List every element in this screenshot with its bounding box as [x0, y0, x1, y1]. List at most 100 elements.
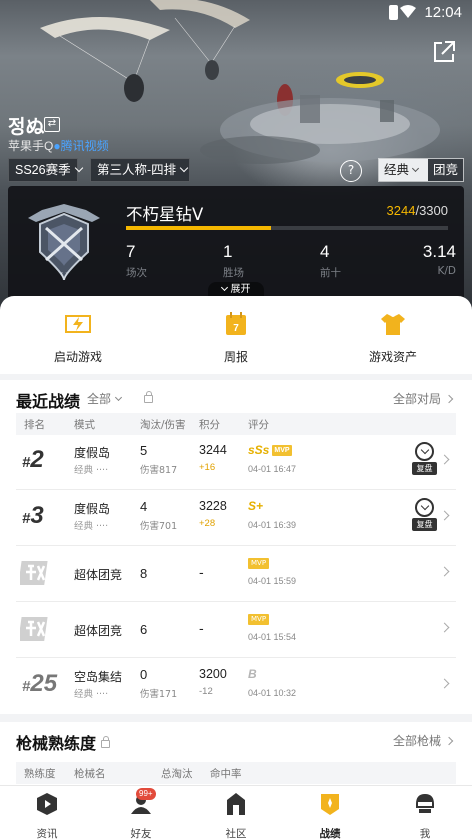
mvp-badge: MVP — [248, 614, 270, 625]
match-kills: 4 — [140, 499, 148, 514]
help-icon[interactable]: ? — [340, 160, 362, 182]
match-time: 04-01 15:54 — [248, 632, 297, 642]
chevron-down-icon — [411, 164, 420, 173]
recent-matches-section: 最近战绩 全部 全部对局 排名 模式 淘汰/伤害 积分 评分 #2 度假岛 经典… — [0, 380, 472, 714]
match-mode: 超体团竞 — [74, 568, 123, 582]
match-row[interactable]: #2 度假岛 经典 ···· 5 伤害817 3244 +16 sSs MVP 0… — [16, 434, 456, 490]
news-play-icon — [37, 793, 57, 815]
match-rank: #25 — [22, 670, 57, 698]
match-damage: 伤害701 — [140, 521, 178, 532]
platform-label: 苹果手Q — [8, 139, 54, 153]
rank-progress-bar — [126, 226, 448, 230]
stat-label: 胜场 — [223, 267, 244, 279]
matches-table-header: 排名 模式 淘汰/伤害 积分 评分 — [16, 413, 456, 435]
all-weapons-link[interactable]: 全部枪械 — [392, 732, 454, 749]
match-score: - — [199, 566, 204, 581]
replay-icon — [415, 498, 434, 517]
column-header: 积分 — [199, 419, 220, 431]
community-icon — [227, 793, 245, 815]
nav-label: 好友 — [130, 828, 152, 839]
rank-progress-fill — [126, 226, 271, 230]
points-total: /3300 — [415, 203, 448, 218]
match-mode-sub: 经典 ···· — [74, 689, 109, 700]
game-assets-button[interactable]: 游戏资产 — [343, 310, 443, 365]
nav-label: 战绩 — [319, 828, 341, 839]
battery-icon — [389, 5, 398, 20]
section-title: 枪械熟练度 — [16, 734, 97, 753]
match-mode-sub: 经典 ···· — [74, 465, 109, 476]
player-tag-dot: ● — [53, 139, 61, 153]
mode-label: 第三人称-四排 — [97, 163, 177, 177]
match-row[interactable]: #3 度假岛 经典 ···· 4 伤害701 3228 +28 S+ 04-01… — [16, 490, 456, 546]
season-select[interactable]: SS26赛季 — [8, 158, 83, 182]
column-header: 枪械名 — [74, 768, 106, 780]
weapons-table-header: 熟练度 枪械名 总淘汰 命中率 — [16, 762, 456, 784]
matches-filter-label: 全部 — [87, 392, 112, 406]
weekly-report-button[interactable]: 7 周报 — [186, 310, 286, 365]
all-matches-link[interactable]: 全部对局 — [392, 390, 454, 407]
match-row[interactable]: 超体团竞 6 - MVP 04-01 15:54 — [16, 602, 456, 658]
stat-value: 7 — [126, 242, 136, 261]
match-time: 04-01 16:47 — [248, 464, 297, 474]
segment-classic-label: 经典 — [384, 162, 410, 177]
quick-action-label: 周报 — [223, 350, 248, 364]
player-tag[interactable]: 腾讯视频 — [61, 139, 109, 153]
grade-value: sSs — [248, 443, 270, 457]
match-damage: 伤害817 — [140, 465, 178, 476]
replay-button[interactable]: 复盘 — [412, 442, 438, 478]
rank-emblem-icon: V — [28, 204, 100, 283]
mode-select[interactable]: 第三人称-四排 — [90, 158, 190, 182]
match-kills: 8 — [140, 566, 148, 581]
status-time: 12:04 — [424, 4, 462, 21]
mode-segment: 经典 团竞 — [378, 158, 464, 182]
column-header: 排名 — [24, 419, 45, 431]
chevron-right-icon — [439, 622, 450, 633]
match-row[interactable]: 超体团竞 8 - MVP 04-01 15:59 — [16, 546, 456, 602]
chevron-down-icon — [220, 283, 228, 292]
quick-action-label: 游戏资产 — [368, 350, 417, 364]
season-label: SS26赛季 — [15, 163, 71, 177]
chevron-down-icon — [179, 163, 189, 173]
nav-community[interactable]: 社区 — [196, 792, 276, 839]
column-header: 模式 — [74, 419, 95, 431]
record-icon — [321, 794, 339, 815]
rank-card: V 不朽星钻V 3244/3300 7 场次 1 胜场 4 前十 3.14 K/D 展开 — [8, 186, 464, 312]
match-mode: 度假岛 — [74, 502, 111, 516]
replay-label: 复盘 — [412, 518, 437, 531]
all-matches-label: 全部对局 — [392, 392, 441, 406]
nav-news[interactable]: 资讯 — [7, 792, 87, 839]
matches-filter-select[interactable]: 全部 — [87, 390, 123, 407]
match-kills: 5 — [140, 443, 148, 458]
match-score-delta: +16 — [199, 462, 216, 473]
match-mode: 超体团竞 — [74, 624, 123, 638]
friends-badge: 99+ — [136, 788, 156, 800]
match-grade: S+ — [248, 499, 264, 513]
match-damage: 伤害171 — [140, 689, 178, 700]
segment-classic[interactable]: 经典 — [379, 159, 428, 181]
weapon-proficiency-section: 枪械熟练度 全部枪械 熟练度 枪械名 总淘汰 命中率 — [0, 722, 472, 792]
match-row[interactable]: #25 空岛集结 经典 ···· 0 伤害171 3200 -12 B 04-0… — [16, 658, 456, 714]
chevron-right-icon — [444, 736, 454, 746]
player-name: 정ぬ — [8, 116, 45, 138]
wifi-icon — [400, 5, 416, 18]
switch-account-icon[interactable]: ⇄ — [44, 117, 60, 132]
replay-label: 复盘 — [412, 462, 437, 475]
match-kills: 0 — [140, 667, 148, 682]
all-weapons-label: 全部枪械 — [392, 734, 441, 748]
share-icon[interactable] — [430, 38, 458, 66]
nav-profile[interactable]: 我 — [385, 792, 465, 839]
segment-tdm[interactable]: 团竞 — [428, 159, 463, 181]
replay-button[interactable]: 复盘 — [412, 498, 438, 534]
match-mode: 空岛集结 — [74, 670, 123, 684]
chevron-right-icon — [439, 510, 450, 521]
svg-text:7: 7 — [233, 323, 239, 334]
match-score-delta: +28 — [199, 518, 216, 529]
match-time: 04-01 10:32 — [248, 688, 297, 698]
chevron-down-icon — [114, 393, 123, 402]
match-rank: #3 — [22, 502, 44, 530]
match-score: - — [199, 622, 204, 637]
match-score: 3200 — [199, 667, 227, 681]
launch-game-button[interactable]: 启动游戏 — [28, 310, 128, 365]
nav-records[interactable]: 战绩 — [290, 792, 370, 839]
match-grade: B — [248, 667, 257, 681]
